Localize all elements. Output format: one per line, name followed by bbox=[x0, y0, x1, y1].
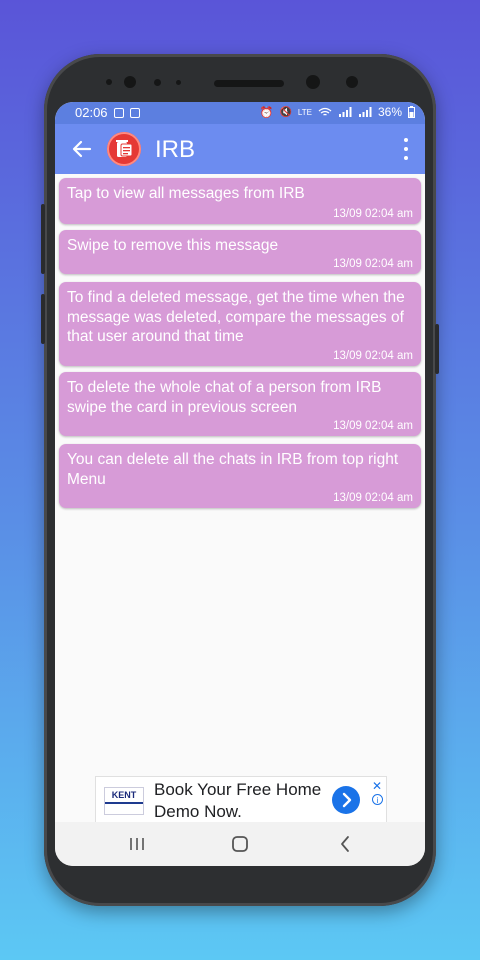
battery-icon bbox=[408, 106, 415, 118]
signal-icon bbox=[338, 107, 352, 117]
more-vert-icon[interactable] bbox=[397, 138, 415, 160]
phone-screen: 02:06 ⏰ 🔇 LTE 36% IRB Tap to view all me… bbox=[55, 102, 425, 866]
message-timestamp: 13/09 02:04 am bbox=[333, 208, 413, 220]
ad-open-button[interactable] bbox=[332, 786, 360, 814]
message-text: You can delete all the chats in IRB from… bbox=[67, 451, 399, 488]
message-card[interactable]: Swipe to remove this message 13/09 02:04… bbox=[59, 230, 421, 274]
deleted-messages-app-icon bbox=[116, 140, 133, 157]
phone-top-sensors bbox=[44, 74, 436, 92]
ad-close-icon[interactable]: ✕ bbox=[372, 779, 382, 793]
power-button bbox=[435, 324, 439, 374]
sensor-dot bbox=[106, 79, 112, 85]
ad-brand-logo: KENT bbox=[104, 787, 144, 815]
message-card[interactable]: Tap to view all messages from IRB 13/09 … bbox=[59, 178, 421, 224]
message-notification-icon bbox=[129, 107, 140, 118]
message-card[interactable]: You can delete all the chats in IRB from… bbox=[59, 444, 421, 508]
home-icon bbox=[232, 836, 248, 852]
home-button[interactable] bbox=[228, 832, 252, 856]
app-bar: IRB bbox=[55, 124, 425, 174]
message-timestamp: 13/09 02:04 am bbox=[333, 258, 413, 270]
chat-title: IRB bbox=[155, 136, 196, 163]
recent-apps-button[interactable] bbox=[125, 832, 149, 856]
chevron-left-icon bbox=[341, 836, 349, 852]
recent-apps-icon bbox=[130, 838, 144, 850]
message-text: To find a deleted message, get the time … bbox=[67, 289, 405, 345]
ad-info-icon[interactable]: i bbox=[372, 794, 383, 805]
earpiece-speaker bbox=[214, 80, 284, 87]
mute-icon: 🔇 bbox=[279, 106, 292, 118]
message-card[interactable]: To delete the whole chat of a person fro… bbox=[59, 372, 421, 436]
chevron-right-icon bbox=[342, 792, 352, 808]
ad-banner[interactable]: KENT Book Your Free Home Demo Now. ✕ i bbox=[95, 776, 387, 824]
message-text: To delete the whole chat of a person fro… bbox=[67, 379, 382, 416]
bixby-button bbox=[41, 294, 45, 344]
system-nav-bar bbox=[55, 822, 425, 866]
notification-icon bbox=[113, 107, 124, 118]
contact-avatar bbox=[107, 132, 141, 166]
sensor-dot bbox=[154, 79, 161, 86]
sensor-dot bbox=[176, 80, 181, 85]
battery-percent: 36% bbox=[377, 105, 402, 119]
message-list[interactable]: Tap to view all messages from IRB 13/09 … bbox=[55, 174, 425, 778]
back-nav-button[interactable] bbox=[333, 832, 357, 856]
network-type-label: LTE bbox=[297, 107, 312, 117]
volume-button bbox=[41, 204, 45, 274]
message-timestamp: 13/09 02:04 am bbox=[333, 420, 413, 432]
ad-brand-name: KENT bbox=[111, 790, 137, 800]
signal-icon-2 bbox=[358, 107, 372, 117]
arrow-left-icon bbox=[72, 140, 92, 158]
alarm-icon: ⏰ bbox=[259, 106, 274, 119]
message-timestamp: 13/09 02:04 am bbox=[333, 350, 413, 362]
front-camera bbox=[124, 76, 136, 88]
ad-headline: Book Your Free Home Demo Now. bbox=[154, 780, 322, 821]
iris-camera bbox=[306, 75, 320, 89]
message-timestamp: 13/09 02:04 am bbox=[333, 492, 413, 504]
iris-sensor bbox=[346, 76, 358, 88]
status-time: 02:06 bbox=[75, 105, 108, 120]
message-text: Tap to view all messages from IRB bbox=[67, 185, 305, 202]
message-card[interactable]: To find a deleted message, get the time … bbox=[59, 282, 421, 366]
wifi-icon bbox=[318, 107, 332, 116]
status-bar: 02:06 ⏰ 🔇 LTE 36% bbox=[55, 102, 425, 124]
message-text: Swipe to remove this message bbox=[67, 237, 279, 254]
back-button[interactable] bbox=[69, 136, 95, 162]
